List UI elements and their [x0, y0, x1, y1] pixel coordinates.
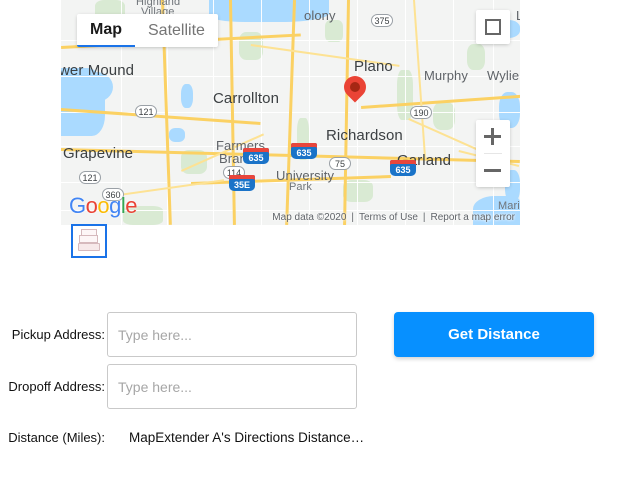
distance-result-row: Distance (Miles): MapExtender A's Direct… — [0, 430, 364, 445]
pickup-address-label: Pickup Address: — [11, 327, 105, 342]
logo-letter-o2: o — [97, 193, 110, 218]
route-shield: 121 — [135, 105, 157, 118]
place-label: olony — [304, 8, 336, 23]
route-shield: 190 — [410, 106, 432, 119]
map-attribution: Map data ©2020 | Terms of Use | Report a… — [267, 212, 520, 223]
fullscreen-corner-tr — [493, 19, 501, 27]
distance-value: MapExtender A's Directions Distance… — [129, 430, 365, 445]
park-3 — [325, 20, 343, 42]
broken-image-placeholder-icon[interactable] — [71, 224, 107, 258]
fullscreen-expand-icon[interactable] — [476, 10, 510, 44]
pickup-address-row: Pickup Address: — [0, 312, 357, 357]
map-pin-marker-icon[interactable] — [339, 71, 371, 108]
google-logo[interactable]: Google — [69, 193, 138, 219]
dropoff-address-label: Dropoff Address: — [8, 379, 105, 394]
fullscreen-corner-bl — [485, 27, 493, 35]
broken-image-art — [77, 229, 101, 253]
attribution-map-data: Map data ©2020 — [272, 212, 347, 223]
place-label: Plano — [354, 58, 393, 75]
interstate-shield: 635 — [291, 143, 317, 159]
minus-icon — [484, 169, 501, 172]
dropoff-address-input[interactable] — [107, 364, 357, 409]
interstate-shield: 635 — [390, 160, 416, 176]
attribution-report-error-link[interactable]: Report a map error — [426, 212, 520, 223]
dropoff-address-row: Dropoff Address: — [0, 364, 357, 409]
map-type-toggle[interactable]: Map Satellite — [77, 14, 218, 47]
route-shield: 75 — [329, 157, 351, 170]
park-9 — [343, 180, 373, 202]
place-label: Mari — [498, 200, 520, 212]
broken-image-tray — [78, 243, 100, 251]
street-grid — [405, 0, 406, 225]
water-pond-2 — [169, 128, 185, 142]
zoom-in-button[interactable] — [476, 120, 510, 153]
marker-center-dot — [350, 82, 360, 92]
fullscreen-corner-tl — [485, 19, 493, 27]
fullscreen-corner-br — [493, 27, 501, 35]
park-5 — [433, 102, 455, 130]
street-grid — [261, 0, 262, 225]
map-type-button-satellite[interactable]: Satellite — [135, 14, 218, 47]
place-label: Grapevine — [63, 145, 134, 162]
map-type-button-map[interactable]: Map — [77, 14, 135, 47]
interstate-shield: 635 — [243, 148, 269, 164]
water-pond-1 — [181, 84, 193, 108]
google-map-widget[interactable]: Highland Village olony Lu wer Mound Plan… — [61, 0, 520, 225]
place-label: Carrollton — [213, 90, 280, 107]
broken-image-paper-mid — [79, 235, 98, 243]
place-label: Richardson — [326, 127, 403, 144]
get-distance-button[interactable]: Get Distance — [394, 312, 594, 357]
logo-letter-g2: g — [109, 193, 121, 218]
park-6 — [467, 44, 485, 70]
place-label: wer Mound — [61, 62, 135, 79]
street-grid — [357, 0, 358, 225]
zoom-controls[interactable] — [476, 120, 510, 187]
place-label: Wylie — [487, 68, 520, 83]
interstate-shield: 35E — [229, 175, 255, 191]
place-label: Park — [289, 181, 313, 193]
logo-letter-o1: o — [85, 193, 98, 218]
plus-icon-vertical — [491, 128, 494, 145]
logo-letter-g1: G — [69, 193, 86, 218]
street-grid — [453, 0, 454, 225]
place-label: Lu — [516, 8, 520, 23]
route-shield: 121 — [79, 171, 101, 184]
logo-letter-e: e — [125, 193, 138, 218]
place-label: Murphy — [424, 68, 468, 83]
pickup-address-input[interactable] — [107, 312, 357, 357]
zoom-out-button[interactable] — [476, 154, 510, 187]
attribution-terms-link[interactable]: Terms of Use — [354, 212, 423, 223]
route-shield: 375 — [371, 14, 393, 27]
distance-label: Distance (Miles): — [8, 430, 105, 445]
